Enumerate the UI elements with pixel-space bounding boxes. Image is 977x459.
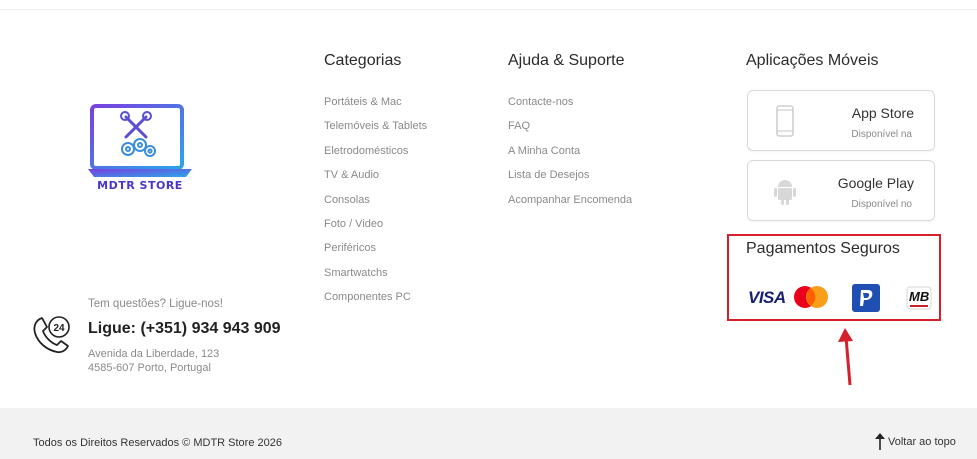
smartphone-icon	[776, 105, 794, 137]
category-link[interactable]: Foto / Video	[324, 216, 427, 240]
help-list: Contacte-nos FAQ A Minha Conta Lista de …	[508, 94, 632, 216]
android-icon	[774, 180, 796, 205]
top-divider	[0, 9, 977, 10]
google-play-button[interactable]: Google Play Disponível no	[747, 160, 935, 221]
categories-title: Categorias	[324, 52, 402, 69]
multibanco-text: MB	[909, 289, 930, 304]
category-link[interactable]: TV & Audio	[324, 167, 427, 191]
category-link[interactable]: Telemóveis & Tablets	[324, 118, 427, 142]
copyright-text: Todos os Direitos Reservados © MDTR Stor…	[33, 437, 282, 449]
category-link[interactable]: Consolas	[324, 192, 427, 216]
app-store-sub: Disponível na	[851, 129, 912, 140]
categories-list: Portáteis & Mac Telemóveis & Tablets Ele…	[324, 94, 427, 314]
help-link[interactable]: Lista de Desejos	[508, 167, 632, 191]
red-arrow-icon	[838, 328, 853, 386]
category-link[interactable]: Portáteis & Mac	[324, 94, 427, 118]
phone-24h-icon: 24	[33, 316, 70, 354]
contact-address: Avenida da Liberdade, 123 4585-607 Porto…	[88, 347, 219, 375]
logo-text: MDTR STORE	[97, 179, 183, 192]
address-line-2: 4585-607 Porto, Portugal	[88, 362, 211, 374]
category-link[interactable]: Periféricos	[324, 240, 427, 264]
address-line-1: Avenida da Liberdade, 123	[88, 348, 220, 360]
svg-text:24: 24	[53, 323, 65, 334]
category-link[interactable]: Eletrodomésticos	[324, 143, 427, 167]
arrow-up-icon	[875, 433, 885, 450]
category-link[interactable]: Componentes PC	[324, 289, 427, 313]
payments-title: Pagamentos Seguros	[746, 240, 900, 257]
multibanco-icon: MB	[906, 286, 932, 310]
back-to-top-label: Voltar ao topo	[888, 436, 956, 448]
footer-bottom-bar	[0, 408, 977, 459]
help-link[interactable]: Acompanhar Encomenda	[508, 192, 632, 216]
contact-question: Tem questões? Ligue-nos!	[88, 298, 223, 310]
paypal-icon	[852, 284, 880, 312]
help-title: Ajuda & Suporte	[508, 52, 625, 69]
google-play-sub: Disponível no	[851, 199, 912, 210]
help-link[interactable]: A Minha Conta	[508, 143, 632, 167]
app-store-name: App Store	[851, 105, 914, 121]
google-play-name: Google Play	[837, 175, 914, 191]
mastercard-icon	[794, 286, 828, 308]
apps-title: Aplicações Móveis	[746, 52, 879, 69]
app-store-button[interactable]: App Store Disponível na	[747, 90, 935, 151]
help-link[interactable]: FAQ	[508, 118, 632, 142]
visa-logo: VISA	[748, 288, 786, 307]
category-link[interactable]: Smartwatchs	[324, 265, 427, 289]
contact-phone[interactable]: Ligue: (+351) 934 943 909	[88, 320, 281, 338]
help-link[interactable]: Contacte-nos	[508, 94, 632, 118]
